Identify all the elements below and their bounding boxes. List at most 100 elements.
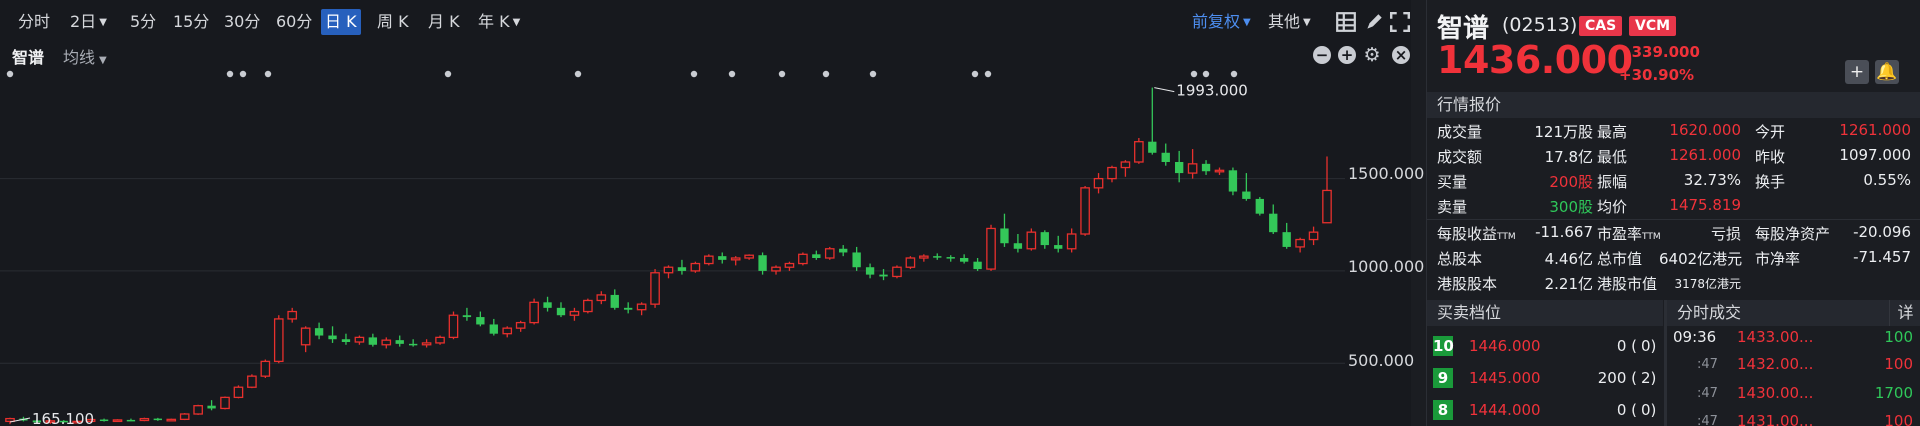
chevron-down-icon: ▼ — [1243, 17, 1251, 28]
ticks-detail-button[interactable]: 详 — [1889, 300, 1920, 326]
candle-body — [1201, 163, 1211, 172]
market-section-title: 行情报价 — [1437, 95, 1502, 114]
stat-value: 0.55% — [1863, 171, 1911, 189]
event-dot — [984, 70, 992, 78]
candle-body — [139, 417, 150, 422]
tick-row: :47 1432.00... 100 — [1667, 353, 1920, 377]
candle-body — [839, 248, 848, 253]
candles — [5, 87, 1332, 425]
candle-body — [704, 255, 714, 265]
tick-row: :47 1431.00... 100 — [1667, 410, 1920, 426]
tick-time: 09:36 — [1673, 328, 1717, 346]
candle-body — [314, 328, 324, 336]
stat-label: 均价 — [1597, 198, 1628, 216]
layout-grid-icon[interactable] — [1335, 11, 1357, 33]
candle-body — [260, 360, 271, 377]
candle-body — [610, 294, 619, 308]
tick-time: :47 — [1697, 386, 1718, 401]
candle-body — [973, 261, 982, 270]
add-watchlist-button[interactable]: + — [1845, 60, 1869, 84]
candle-body — [663, 266, 674, 274]
candle-body — [1013, 243, 1023, 249]
candle-body — [502, 327, 513, 335]
candle-body — [153, 418, 162, 421]
stat-value: 1620.000 — [1669, 121, 1741, 139]
event-dot — [1202, 70, 1210, 78]
ob-count: 0) — [1641, 401, 1657, 419]
market-section-header: 行情报价 — [1427, 92, 1920, 118]
candle-body — [879, 274, 888, 277]
zoom-in-icon[interactable]: + — [1338, 46, 1356, 64]
price-change: ↑339.000 — [1619, 43, 1700, 61]
candle-body — [1269, 213, 1278, 233]
tab-daily-k[interactable]: 日 K — [321, 9, 361, 35]
fin-label: 港股市值 — [1597, 275, 1658, 293]
candle-body — [1161, 152, 1170, 162]
ticks-title: 分时成交 — [1677, 303, 1742, 322]
gear-icon[interactable]: ⚙ — [1363, 46, 1381, 65]
stat-value: 1097.000 — [1839, 146, 1911, 164]
tab-monthly-k[interactable]: 月 K — [424, 9, 464, 35]
draw-pen-icon[interactable] — [1363, 11, 1385, 33]
fin-value: -11.667 — [1535, 223, 1593, 241]
candle-body — [1040, 232, 1049, 246]
orderbook-row[interactable]: 10 1446.000 0 ( 0) — [1427, 331, 1663, 361]
tick-row: :47 1430.00... 1700 — [1667, 382, 1920, 406]
other-dropdown[interactable]: 其他 ▼ — [1264, 9, 1315, 35]
stat-value: 121万股 — [1534, 123, 1593, 141]
event-dot — [226, 70, 234, 78]
ob-volume: 0 ( — [1616, 337, 1637, 355]
fin-value: 3178亿港元 — [1674, 277, 1741, 291]
orderbook-header: 买卖档位 — [1427, 300, 1663, 326]
close-icon[interactable]: × — [1392, 46, 1410, 64]
candle-body — [784, 262, 795, 268]
candle-body — [771, 266, 781, 272]
tab-15min[interactable]: 15分 — [169, 9, 213, 35]
fin-label: 市盈率TTM — [1597, 223, 1661, 244]
tab-weekly-k[interactable]: 周 K — [373, 9, 413, 35]
chart-toolbar: 分时 2日 ▼ 5分 15分 30分 60分 日 K 周 K 月 K 年 K ▼ 前… — [0, 0, 1411, 42]
candle-body — [368, 337, 378, 345]
stat-label: 买量 — [1437, 173, 1468, 191]
tab-2day[interactable]: 2日 ▼ — [66, 9, 111, 35]
fin-label-sub: TTM — [1642, 232, 1661, 242]
tick-volume: 100 — [1884, 328, 1913, 346]
max-price-label: 1993.000 — [1176, 82, 1248, 100]
y-tick-label: 500.000 — [1348, 351, 1415, 370]
tab-yearly-k[interactable]: 年 K ▼ — [474, 9, 524, 35]
adjust-dropdown[interactable]: 前复权 ▼ — [1188, 9, 1255, 35]
orderbook-row[interactable]: 8 1444.000 0 ( 0) — [1427, 395, 1663, 425]
fin-label: 每股净资产 — [1755, 225, 1831, 243]
stat-value: 1261.000 — [1839, 121, 1911, 139]
candle-body — [1148, 141, 1157, 153]
bell-icon[interactable]: 🔔 — [1875, 60, 1899, 84]
candle-body — [1080, 187, 1090, 235]
ma-indicator-dropdown[interactable]: 均线 ▼ — [63, 44, 107, 68]
candle-body — [933, 256, 942, 258]
y-tick-label: 1500.000 — [1348, 164, 1425, 183]
tab-30min[interactable]: 30分 — [220, 9, 264, 35]
candle-body — [690, 262, 701, 272]
tab-intraday[interactable]: 分时 — [14, 9, 54, 35]
event-dot — [6, 70, 14, 78]
tab-60min[interactable]: 60分 — [272, 9, 316, 35]
tick-row: 09:36 1433.00... 100 — [1667, 326, 1920, 350]
candle-body — [341, 339, 351, 342]
candlestick-plot[interactable]: 1993.000 165.100 — [0, 66, 1345, 426]
candle-body — [892, 266, 902, 278]
divider — [1427, 219, 1920, 220]
tab-5min[interactable]: 5分 — [126, 9, 160, 35]
stat-label: 成交额 — [1437, 148, 1483, 166]
tab-yearly-k-label: 年 K — [478, 12, 510, 31]
tick-volume: 1700 — [1874, 384, 1913, 402]
candle-body — [718, 256, 727, 260]
candle-body — [1242, 191, 1251, 199]
orderbook-row[interactable]: 9 1445.000 200 ( 2) — [1427, 363, 1663, 393]
candle-body — [1295, 238, 1305, 248]
stat-label: 最低 — [1597, 148, 1628, 166]
candle-body — [1175, 162, 1184, 174]
candle-body — [515, 321, 526, 329]
event-dot — [690, 70, 698, 78]
zoom-out-icon[interactable]: − — [1313, 46, 1331, 64]
fullscreen-icon[interactable] — [1389, 11, 1411, 33]
